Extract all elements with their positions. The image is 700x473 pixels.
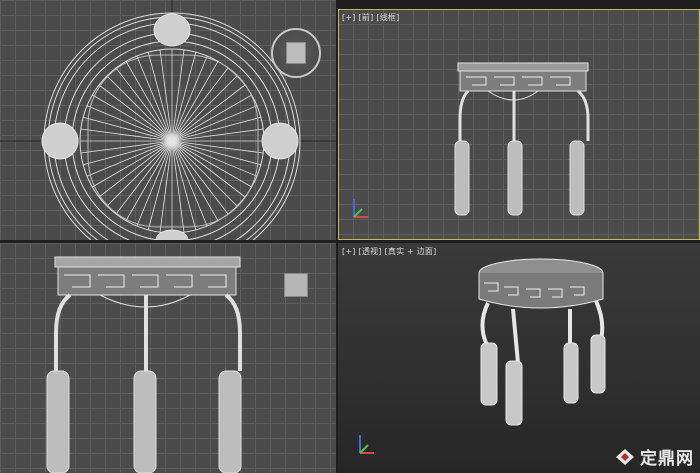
perspective-viewport[interactable]: [+] [透视] [真实 + 边面] 定鼎网 [338,243,700,473]
front-view-table-wireframe [353,62,590,218]
perspective-table-model [359,258,606,454]
watermark-logo-icon [616,448,634,465]
viewcube-top[interactable] [271,28,321,78]
top-viewport[interactable] [0,0,336,240]
watermark: 定鼎网 [614,444,694,469]
viewcube-face[interactable] [286,42,306,64]
axis-gizmo-front [353,199,368,218]
watermark-text: 定鼎网 [640,449,694,469]
axis-gizmo-perspective [359,435,374,454]
viewcube-left[interactable] [284,273,308,297]
front-viewport[interactable]: [+] [前] [线框] [338,9,700,240]
left-viewport[interactable] [0,243,336,473]
